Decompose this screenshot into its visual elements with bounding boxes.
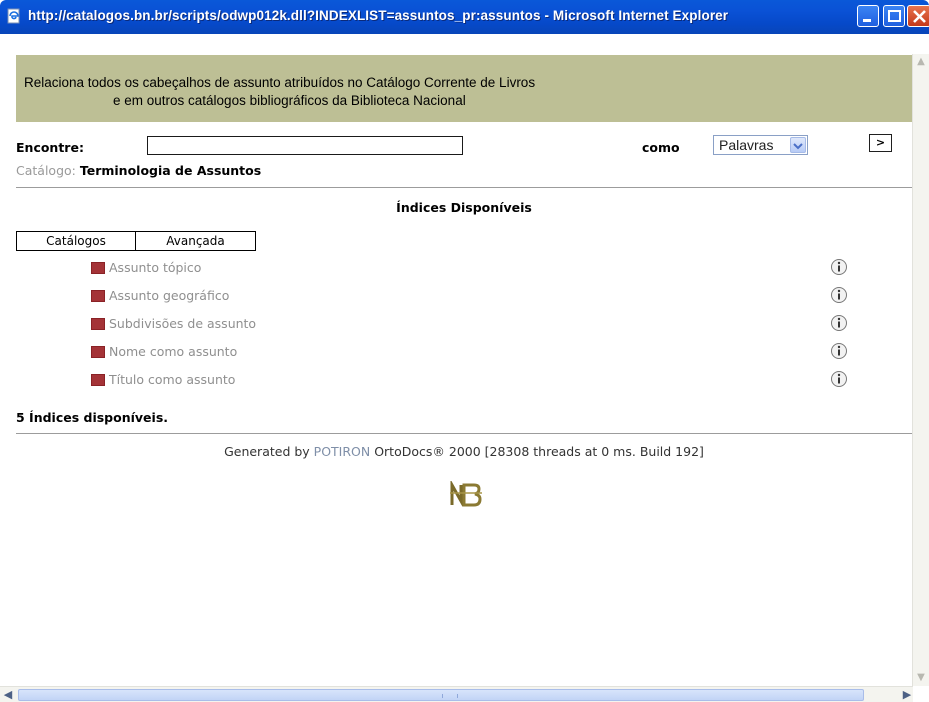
bn-logo-icon [450,481,482,507]
grip-icon [442,694,458,698]
index-link[interactable]: Assunto geográfico [109,288,229,303]
close-button[interactable] [907,5,929,27]
close-icon [913,10,926,23]
footer-generated: Generated by POTIRON OrtoDocs® 2000 [283… [16,444,912,459]
window-title: http://catalogos.bn.br/scripts/odwp012k.… [28,8,729,23]
divider [16,433,912,434]
info-icon[interactable] [830,342,848,360]
scroll-left-arrow-icon[interactable]: ◀ [0,687,16,702]
divider [16,187,912,188]
scrollbar-thumb[interactable] [18,689,864,701]
catalog-key: Catálogo: [16,163,76,178]
tab-avancada[interactable]: Avançada [135,231,256,251]
index-item-assunto-topico[interactable]: Assunto tópico [91,258,861,280]
footer-suffix: OrtoDocs® 2000 [28308 threads at 0 ms. B… [370,444,704,459]
header-description-line2: e em outros catálogos bibliográficos da … [113,93,466,108]
minimize-button[interactable] [857,5,879,27]
search-bar: Encontre: como Palavras > [16,133,912,159]
red-square-icon [91,290,105,302]
search-mode-value: Palavras [719,137,774,153]
tab-catalogos[interactable]: Catálogos [16,231,136,251]
info-icon[interactable] [830,370,848,388]
mode-label: como [642,140,680,155]
index-item-titulo-como-assunto[interactable]: Título como assunto [91,370,861,392]
chevron-down-icon[interactable] [790,137,806,153]
catalog-value: Terminologia de Assuntos [79,163,262,178]
index-link[interactable]: Subdivisões de assunto [109,316,256,331]
scroll-up-arrow-icon[interactable]: ▲ [913,54,929,70]
indices-title: Índices Disponíveis [396,200,532,215]
index-link[interactable]: Nome como assunto [109,344,237,359]
maximize-icon [888,10,901,22]
index-link[interactable]: Título como assunto [109,372,235,387]
red-square-icon [91,262,105,274]
index-link[interactable]: Assunto tópico [109,260,201,275]
vertical-scrollbar[interactable]: ▲ ▼ [912,54,929,686]
minimize-icon [863,19,871,22]
info-icon[interactable] [830,258,848,276]
search-input[interactable] [147,136,463,155]
catalog-info: Catálogo: Terminologia de Assuntos [16,163,261,178]
header-banner: Relaciona todos os cabeçalhos de assunto… [16,55,912,122]
index-item-nome-como-assunto[interactable]: Nome como assunto [91,342,861,364]
scroll-down-arrow-icon[interactable]: ▼ [913,670,929,686]
footer-prefix: Generated by [224,444,314,459]
red-square-icon [91,346,105,358]
red-square-icon [91,374,105,386]
maximize-button[interactable] [883,5,905,27]
index-count: 5 Índices disponíveis. [16,410,169,425]
window-title-bar[interactable]: http://catalogos.bn.br/scripts/odwp012k.… [0,0,929,34]
info-icon[interactable] [830,314,848,332]
horizontal-scrollbar[interactable]: ◀ ▶ [0,686,913,702]
info-icon[interactable] [830,286,848,304]
red-square-icon [91,318,105,330]
footer-brand-link[interactable]: POTIRON [314,444,371,459]
browser-content: Relaciona todos os cabeçalhos de assunto… [0,34,929,702]
index-item-subdivisoes[interactable]: Subdivisões de assunto [91,314,861,336]
search-go-button[interactable]: > [869,134,892,152]
index-item-assunto-geografico[interactable]: Assunto geográfico [91,286,861,308]
header-description-line1: Relaciona todos os cabeçalhos de assunto… [24,75,536,90]
search-label: Encontre: [16,140,84,155]
ie-page-icon [7,8,20,24]
search-mode-select[interactable]: Palavras [713,135,808,155]
scroll-right-arrow-icon[interactable]: ▶ [899,687,915,702]
